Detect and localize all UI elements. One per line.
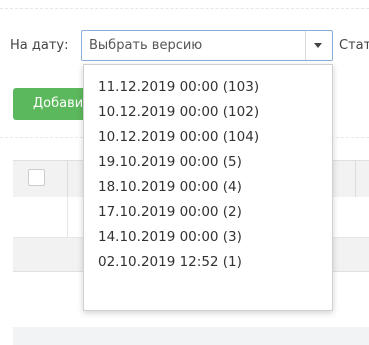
- page: На дату: Выбрать версию Стат Добавить 11…: [0, 0, 369, 345]
- caret-down-icon: [314, 43, 322, 48]
- version-option[interactable]: 18.10.2019 00:00 (4): [84, 175, 332, 200]
- status-label: Стат: [339, 38, 369, 53]
- version-option[interactable]: 17.10.2019 00:00 (2): [84, 200, 332, 225]
- column-separator: [67, 161, 68, 197]
- version-option[interactable]: 14.10.2019 00:00 (3): [84, 225, 332, 250]
- select-all-checkbox[interactable]: [28, 169, 45, 186]
- version-option[interactable]: 19.10.2019 00:00 (5): [84, 150, 332, 175]
- column-separator: [355, 161, 356, 197]
- divider-top: [0, 8, 369, 9]
- version-select[interactable]: Выбрать версию: [81, 30, 333, 61]
- version-option[interactable]: 11.12.2019 00:00 (103): [84, 75, 332, 100]
- version-select-toggle[interactable]: [305, 31, 332, 60]
- add-button[interactable]: Добавить: [13, 88, 93, 120]
- version-option[interactable]: 10.12.2019 00:00 (102): [84, 100, 332, 125]
- version-dropdown-list: 11.12.2019 00:00 (103) 10.12.2019 00:00 …: [83, 64, 333, 311]
- version-option[interactable]: 02.10.2019 12:52 (1): [84, 250, 332, 275]
- version-option[interactable]: 10.12.2019 00:00 (104): [84, 125, 332, 150]
- version-select-value: Выбрать версию: [89, 38, 203, 53]
- bottom-bar: [13, 327, 369, 345]
- date-label: На дату:: [10, 38, 69, 53]
- column-separator: [67, 197, 68, 237]
